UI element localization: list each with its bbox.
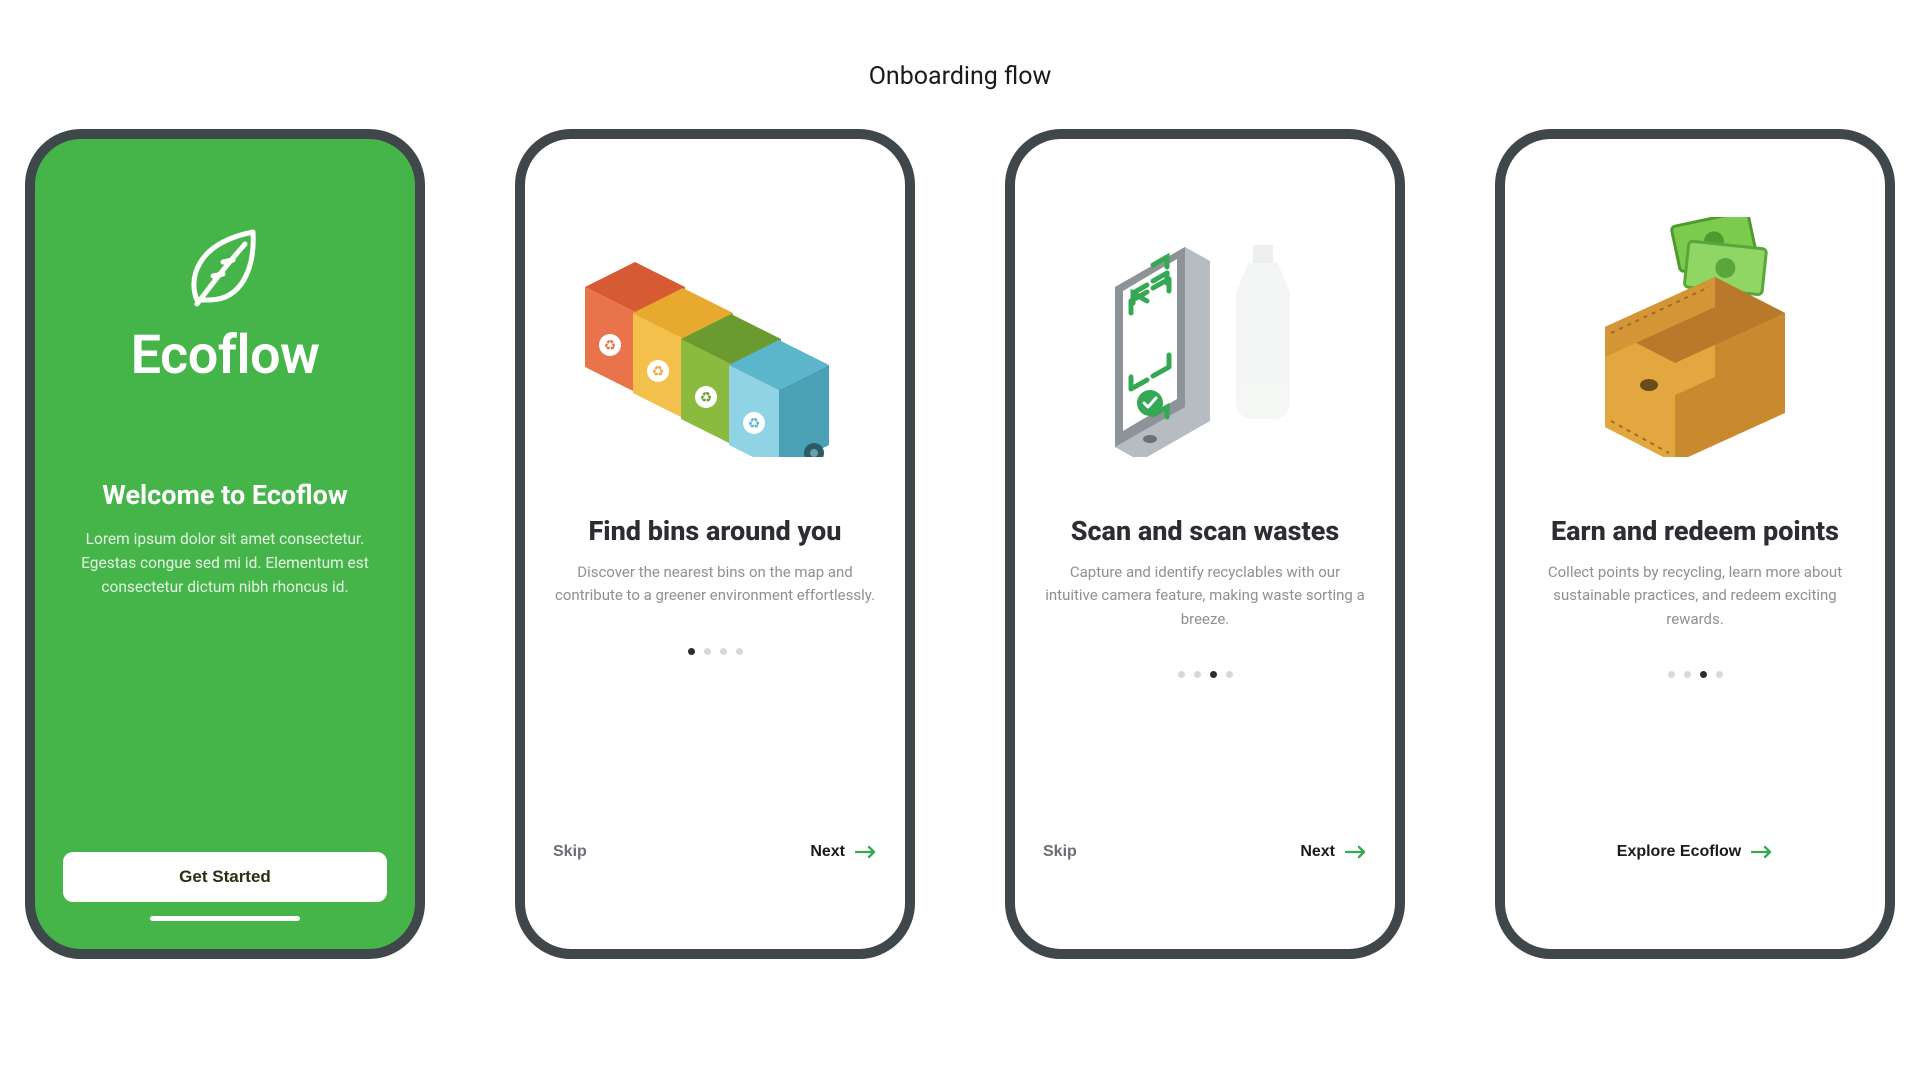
leaf-icon [183,222,267,318]
onboarding-body: Discover the nearest bins on the map and… [553,561,877,608]
phone-scan-wastes: Scan and scan wastes Capture and identif… [1005,129,1405,959]
dot [1716,671,1723,678]
phone-find-bins: ♻ ♻ ♻ [515,129,915,959]
welcome-title: Welcome to Ecoflow [63,479,387,511]
dot [736,648,743,655]
illustration-scan [1043,177,1367,497]
dot [720,648,727,655]
page-dots [553,648,877,655]
dot [1684,671,1691,678]
welcome-body: Lorem ipsum dolor sit amet consectetur. … [63,527,387,599]
dot [1700,671,1707,678]
next-label: Next [1300,843,1335,861]
illustration-wallet [1533,177,1857,497]
onboarding-title: Find bins around you [553,515,877,547]
skip-button[interactable]: Skip [1043,843,1077,861]
onboarding-title: Scan and scan wastes [1043,515,1367,547]
arrow-right-icon [855,845,877,859]
page-dots [1043,671,1367,678]
svg-text:♻: ♻ [652,364,665,380]
brand-name: Ecoflow [63,324,387,387]
next-button[interactable]: Next [810,843,877,861]
onboarding-body: Capture and identify recyclables with ou… [1043,561,1367,631]
dot [1194,671,1201,678]
next-button[interactable]: Next [1300,843,1367,861]
illustration-bins: ♻ ♻ ♻ [553,177,877,497]
phones-row: Ecoflow Welcome to Ecoflow Lorem ipsum d… [0,129,1920,959]
home-indicator [150,916,300,921]
dot [1668,671,1675,678]
onboarding-title: Earn and redeem points [1533,515,1857,547]
dot [1178,671,1185,678]
logo-block: Ecoflow [63,222,387,387]
svg-text:♻: ♻ [604,338,617,354]
onboarding-body: Collect points by recycling, learn more … [1533,561,1857,631]
dot [704,648,711,655]
arrow-right-icon [1345,845,1367,859]
skip-button[interactable]: Skip [553,843,587,861]
dot [688,648,695,655]
phone-earn-points: Earn and redeem points Collect points by… [1495,129,1895,959]
page-title: Onboarding flow [0,0,1920,91]
page-dots [1533,671,1857,678]
explore-label: Explore Ecoflow [1617,843,1741,861]
explore-button[interactable]: Explore Ecoflow [1617,843,1773,861]
get-started-button[interactable]: Get Started [63,852,387,902]
dot [1226,671,1233,678]
arrow-right-icon [1751,845,1773,859]
dot [1210,671,1217,678]
next-label: Next [810,843,845,861]
phone-welcome: Ecoflow Welcome to Ecoflow Lorem ipsum d… [25,129,425,959]
svg-text:♻: ♻ [700,390,713,406]
svg-text:♻: ♻ [748,416,761,432]
